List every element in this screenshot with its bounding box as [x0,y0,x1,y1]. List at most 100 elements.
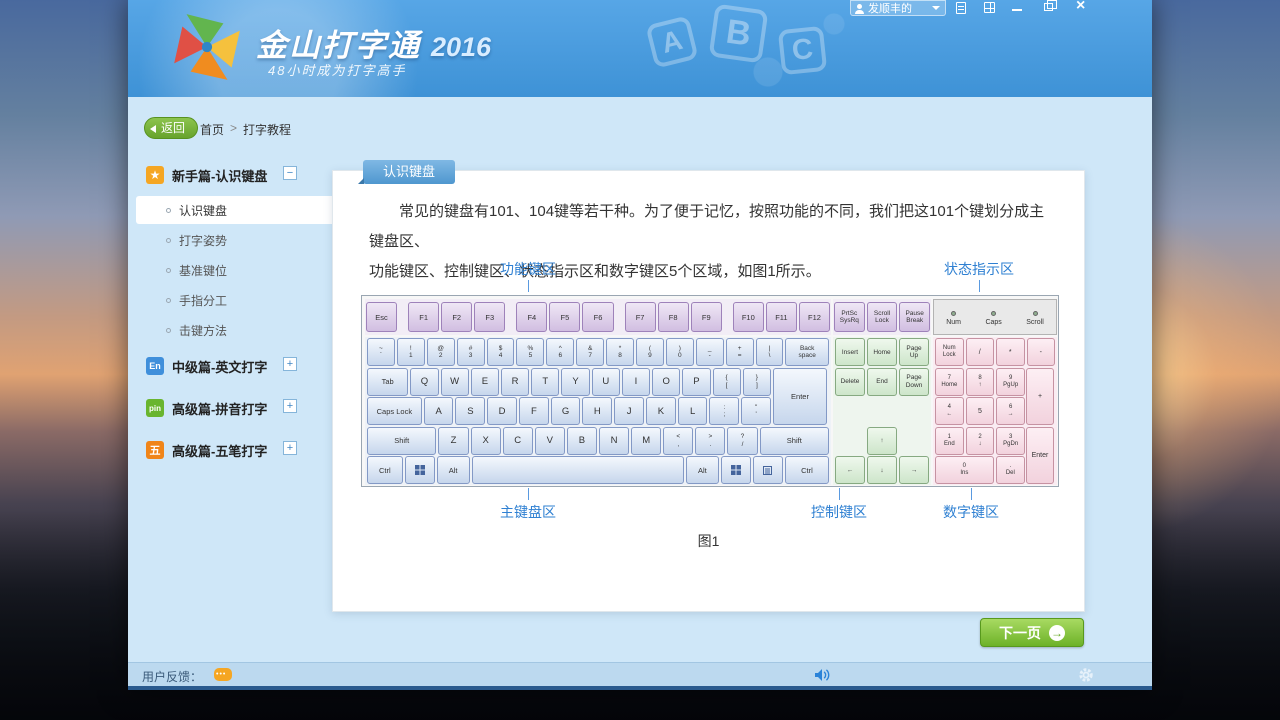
breadcrumb-home[interactable]: 首页 [200,121,224,138]
key: $4 [487,338,515,366]
key: Delete [835,368,865,396]
key: * [996,338,1025,366]
bullet-icon [166,328,171,333]
key: {[ [713,368,741,396]
expand-toggle[interactable]: + [283,441,297,455]
connector-line [979,280,980,292]
bullet-icon [166,208,171,213]
sidebar-item-keystroke-method[interactable]: 击键方法 [136,316,332,344]
sidebar-section-english[interactable]: En 中级篇-英文打字 [146,354,326,378]
led-label: Caps [985,319,1001,326]
key: PageDown [899,368,929,396]
key: )0 [666,338,694,366]
key: ~` [367,338,395,366]
bullet-icon [166,238,171,243]
expand-toggle[interactable]: + [283,399,297,413]
user-dropdown[interactable]: 发顺丰的 [850,0,946,16]
key: D [487,397,517,425]
restore-button[interactable] [1044,3,1053,11]
sidebar-item-know-keyboard[interactable]: 认识键盘 [136,196,332,224]
key: PrtScSysRq [834,302,865,332]
key: V [535,427,565,455]
key: F1 [408,302,439,332]
user-icon [856,9,863,13]
key: Insert [835,338,865,366]
keyboard-row: InsertHomePageUp [835,338,929,366]
key: E [471,368,499,396]
key: Alt [437,456,470,484]
back-button[interactable]: 返回 [144,117,198,139]
key: X [471,427,501,455]
key: 8↑ [966,368,995,396]
key: P [682,368,710,396]
keyboard-row: ~`!1@2#3$4%5^6&7*8(9)0_-+=|\Backspace [367,338,829,366]
desktop-background: 金山打字通 2016 48小时成为打字高手 A B C 发顺丰的 × 返回 首页… [0,0,1280,720]
control-key-area: InsertHomePageUpDeleteEndPageDown↑←↓→ [833,337,931,485]
feedback-chat-icon[interactable] [214,668,232,681]
breadcrumb-separator: > [230,121,237,138]
speaker-icon[interactable] [814,668,831,682]
key: += [726,338,754,366]
user-name: 发顺丰的 [868,0,912,16]
sidebar-item-typing-posture[interactable]: 打字姿势 [136,226,332,254]
label-status-area: 状态指示区 [944,259,1014,279]
sidebar-item-finger-roles[interactable]: 手指分工 [136,286,332,314]
decor-block-b: B [709,4,769,64]
key: Ctrl [367,456,403,484]
led-dot-icon [991,311,996,316]
label-main-area: 主键盘区 [500,502,556,522]
key: PauseBreak [899,302,930,332]
app-subtitle: 48小时成为打字高手 [268,60,406,79]
status-led: Scroll [1026,311,1044,326]
key: G [551,397,581,425]
keyboard-row: TabQWERTYUIOP{[}] [367,368,829,396]
keyboard-row: Caps LockASDFGHJKL:;"' [367,397,829,425]
sidebar-section-beginner[interactable]: ★ 新手篇-认识键盘 [146,163,326,187]
sidebar-item-home-keys[interactable]: 基准键位 [136,256,332,284]
notes-icon[interactable] [956,2,966,14]
key: NumLock [935,338,964,366]
key: S [455,397,485,425]
key: "' [741,397,771,425]
pinyin-icon: pin [146,399,164,417]
key: 7Home [935,368,964,396]
led-dot-icon [1033,311,1038,316]
key: !1 [397,338,425,366]
app-title: 金山打字通 [256,20,421,65]
key: J [614,397,644,425]
key: 3PgDn [996,427,1025,455]
key: A [424,397,454,425]
next-page-button[interactable]: 下一页 → [980,618,1084,647]
connector-line [839,488,840,500]
key: I [622,368,650,396]
key: :; [709,397,739,425]
key: Shift [367,427,436,455]
content-panel: 认识键盘 常见的键盘有101、104键等若干种。为了便于记忆，按照功能的不同，我… [332,170,1085,612]
sidebar-section-wubi[interactable]: 五 高级篇-五笔打字 [146,438,326,462]
label-function-area: 功能键区 [500,259,556,279]
content-tab: 认识键盘 [363,160,455,184]
led-dot-icon [951,311,956,316]
key: Caps Lock [367,397,422,425]
gift-icon[interactable] [984,2,995,13]
key: H [582,397,612,425]
expand-toggle[interactable]: + [283,357,297,371]
collapse-toggle[interactable]: − [283,166,297,180]
chevron-down-icon [932,6,940,10]
led-label: Scroll [1026,319,1044,326]
key: 5 [966,397,995,425]
close-button[interactable]: × [1076,0,1085,14]
figure-caption: 图1 [333,531,1084,551]
key: U [592,368,620,396]
key: &7 [576,338,604,366]
key: ?/ [727,427,757,455]
gear-icon[interactable] [1078,667,1094,683]
key: 2↓ [966,427,995,455]
key: ScrollLock [867,302,898,332]
key: Z [438,427,468,455]
key: M [631,427,661,455]
keyboard-row: ←↓→ [835,456,929,484]
sidebar-section-pinyin[interactable]: pin 高级篇-拼音打字 [146,396,326,420]
minimize-button[interactable] [1012,9,1022,11]
label-numpad-area: 数字键区 [943,502,999,522]
